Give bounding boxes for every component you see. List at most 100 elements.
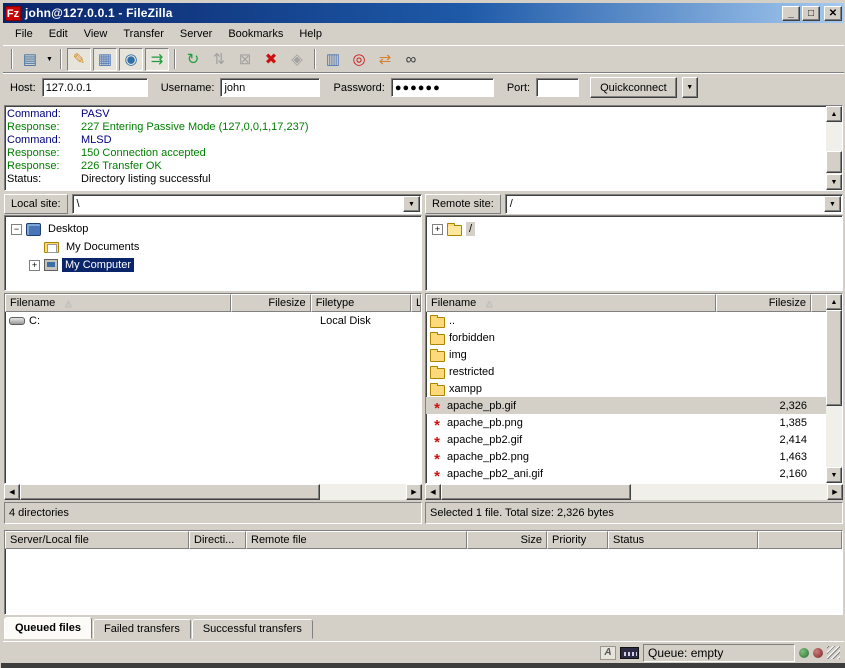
- tab-failed-transfers[interactable]: Failed transfers: [93, 619, 191, 639]
- remote-file-row[interactable]: *apache_pb.png 1,385: [426, 414, 842, 431]
- menu-transfer[interactable]: Transfer: [115, 26, 172, 42]
- remote-file-row[interactable]: *apache_pb2.gif 2,414: [426, 431, 842, 448]
- local-file-row[interactable]: C: Local Disk: [5, 312, 421, 329]
- synchronized-browsing-icon[interactable]: ⇄: [373, 48, 397, 71]
- scroll-thumb[interactable]: [826, 151, 842, 173]
- quickconnect-button[interactable]: Quickconnect: [590, 77, 677, 98]
- toolbar: ▤ ▼ ✎ ▦ ◉ ⇉ ↻ ⇅ ⊠ ✖ ◈ ▥ ◎ ⇄ ∞: [3, 45, 844, 72]
- log-scrollbar[interactable]: ▲ ▼: [826, 106, 842, 190]
- password-input[interactable]: [391, 78, 494, 97]
- local-hscrollbar[interactable]: ◀ ▶: [4, 484, 422, 500]
- tab-successful-transfers[interactable]: Successful transfers: [192, 619, 313, 639]
- combo-arrow-icon[interactable]: ▼: [403, 196, 420, 212]
- collapse-icon[interactable]: −: [11, 224, 22, 235]
- tree-item-root[interactable]: + /: [426, 220, 842, 238]
- minimize-button[interactable]: _: [782, 6, 800, 21]
- menu-bookmarks[interactable]: Bookmarks: [220, 26, 291, 42]
- data-type-icon[interactable]: A: [600, 646, 616, 660]
- tree-item-my-documents[interactable]: My Documents: [5, 238, 421, 256]
- scroll-down-icon[interactable]: ▼: [826, 174, 842, 190]
- scroll-left-icon[interactable]: ◀: [4, 484, 20, 500]
- remote-site-combobox[interactable]: / ▼: [505, 194, 843, 214]
- scroll-thumb[interactable]: [20, 484, 320, 500]
- remote-file-row[interactable]: *apache_pb2.png 1,463: [426, 448, 842, 465]
- queue-column-status[interactable]: Status: [608, 531, 758, 549]
- folder-icon: [430, 317, 445, 328]
- queue-column-direction[interactable]: Directi...: [189, 531, 246, 549]
- combo-arrow-icon[interactable]: ▼: [824, 196, 841, 212]
- site-manager-icon[interactable]: ▤: [18, 48, 42, 71]
- toggle-transfer-queue-icon[interactable]: ⇉: [145, 48, 169, 71]
- site-manager-dropdown-icon[interactable]: ▼: [43, 48, 56, 71]
- username-input[interactable]: [220, 78, 320, 97]
- remote-file-row[interactable]: ..: [426, 312, 842, 329]
- port-input[interactable]: [536, 78, 579, 97]
- refresh-icon[interactable]: ↻: [181, 48, 205, 71]
- column-header-filesize[interactable]: Filesize: [231, 294, 311, 312]
- local-site-combobox[interactable]: \ ▼: [72, 194, 422, 214]
- maximize-button[interactable]: □: [802, 6, 820, 21]
- username-label: Username:: [161, 82, 215, 94]
- toggle-remote-tree-icon[interactable]: ◉: [119, 48, 143, 71]
- folder-icon: [430, 385, 445, 396]
- menu-edit[interactable]: Edit: [41, 26, 76, 42]
- scroll-right-icon[interactable]: ▶: [406, 484, 422, 500]
- menu-server[interactable]: Server: [172, 26, 220, 42]
- expand-icon[interactable]: +: [432, 224, 443, 235]
- queue-column-server-local-file[interactable]: Server/Local file: [5, 531, 189, 549]
- remote-vscrollbar[interactable]: ▲ ▼: [826, 294, 842, 483]
- log-line: Command: MLSD: [7, 134, 842, 147]
- scroll-thumb[interactable]: [826, 310, 842, 406]
- log-text: 227 Entering Passive Mode (127,0,0,1,17,…: [81, 121, 308, 134]
- menu-file[interactable]: File: [7, 26, 41, 42]
- tree-item-label: /: [466, 222, 475, 236]
- directory-filter-icon[interactable]: ▥: [321, 48, 345, 71]
- cancel-operation-icon[interactable]: ⊠: [233, 48, 257, 71]
- queue-column-size[interactable]: Size: [467, 531, 547, 549]
- toggle-local-tree-icon[interactable]: ▦: [93, 48, 117, 71]
- log-text: 226 Transfer OK: [81, 160, 162, 173]
- toggle-message-log-icon[interactable]: ✎: [67, 48, 91, 71]
- queue-column-priority[interactable]: Priority: [547, 531, 608, 549]
- remote-file-row[interactable]: restricted: [426, 363, 842, 380]
- close-button[interactable]: ✕: [824, 6, 842, 21]
- remote-hscrollbar[interactable]: ◀ ▶: [425, 484, 843, 500]
- host-input[interactable]: [42, 78, 148, 97]
- file-name: forbidden: [449, 332, 495, 344]
- scroll-up-icon[interactable]: ▲: [826, 294, 842, 310]
- password-label: Password:: [333, 82, 384, 94]
- column-header-filetype[interactable]: Filetype: [311, 294, 411, 312]
- scroll-thumb[interactable]: [441, 484, 631, 500]
- resize-grip[interactable]: [827, 646, 840, 659]
- scroll-left-icon[interactable]: ◀: [425, 484, 441, 500]
- remote-file-row[interactable]: *apache_pb2_ani.gif 2,160: [426, 465, 842, 482]
- column-header-filesize[interactable]: Filesize: [716, 294, 811, 312]
- scroll-up-icon[interactable]: ▲: [826, 106, 842, 122]
- remote-tree: + /: [425, 215, 843, 291]
- directory-comparison-icon[interactable]: ◎: [347, 48, 371, 71]
- column-header-last-modified[interactable]: L: [411, 294, 421, 312]
- column-header-filename[interactable]: Filename △: [5, 294, 231, 312]
- scroll-down-icon[interactable]: ▼: [826, 467, 842, 483]
- menu-view[interactable]: View: [76, 26, 116, 42]
- column-header-filename[interactable]: Filename △: [426, 294, 716, 312]
- find-files-icon[interactable]: ∞: [399, 48, 423, 71]
- process-queue-icon[interactable]: ⇅: [207, 48, 231, 71]
- disconnect-icon[interactable]: ✖: [259, 48, 283, 71]
- tree-item-desktop[interactable]: − Desktop: [5, 220, 421, 238]
- speed-limits-icon[interactable]: [620, 647, 639, 659]
- menu-help[interactable]: Help: [291, 26, 330, 42]
- quickconnect-dropdown-icon[interactable]: ▼: [682, 77, 698, 98]
- abort-icon[interactable]: ◈: [285, 48, 309, 71]
- remote-file-row-selected[interactable]: *apache_pb.gif 2,326: [426, 397, 842, 414]
- port-label: Port:: [507, 82, 530, 94]
- remote-file-row[interactable]: forbidden: [426, 329, 842, 346]
- window-title: john@127.0.0.1 - FileZilla: [25, 6, 782, 20]
- scroll-right-icon[interactable]: ▶: [827, 484, 843, 500]
- queue-column-remote-file[interactable]: Remote file: [246, 531, 467, 549]
- tree-item-my-computer[interactable]: + My Computer: [5, 256, 421, 274]
- tab-queued-files[interactable]: Queued files: [4, 617, 92, 639]
- expand-icon[interactable]: +: [29, 260, 40, 271]
- remote-file-row[interactable]: xampp: [426, 380, 842, 397]
- remote-file-row[interactable]: img: [426, 346, 842, 363]
